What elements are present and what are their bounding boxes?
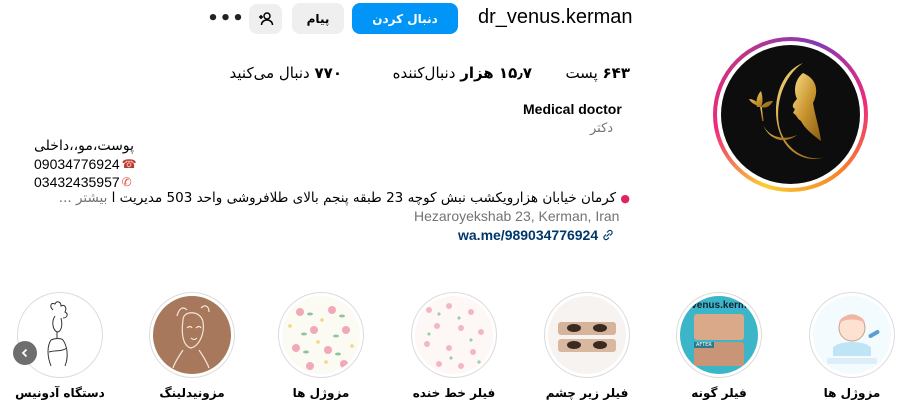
face-care-illustration-icon [813,296,891,374]
bio-phone-mobile: 09034776924 ☎ [34,156,137,172]
telephone-icon: ☎ [121,157,137,171]
posts-count: ۶۴۳ پست [565,64,630,82]
highlight-mesogel-1[interactable]: مزوژل ها [807,292,897,400]
highlight-mesoneedling[interactable]: مزونیدلینگ [147,292,237,400]
message-button[interactable]: پیام [292,3,344,34]
highlights-prev-button[interactable] [13,341,37,365]
highlight-cheek-filler[interactable]: venus.kerm AFTER فیلر گونه [674,292,764,400]
follow-button[interactable]: دنبال کردن [352,3,458,34]
suggest-accounts-button[interactable] [249,4,282,34]
map-location-link[interactable]: Hezaroyekshab 23, Kerman, Iran [414,208,619,224]
bio-phone-landline: 03432435957 ✆ [34,174,132,190]
profile-category: دکتر [590,121,614,136]
woman-sketch-icon [21,296,99,374]
floral-pattern-2-icon [282,296,360,374]
highlight-smile-line-filler[interactable]: فیلر خط خنده [409,292,499,400]
before-after-cheek-icon: venus.kerm AFTER [680,296,758,374]
add-user-icon [258,12,273,26]
profile-bio: پوست،مو،،داخلی 09034776924 ☎ 03432435957 ✆ [34,137,137,191]
location-pin-icon: ● [620,192,630,205]
profile-external-link[interactable]: wa.me/989034776924 [458,227,614,243]
bio-specialties: پوست،مو،،داخلی [34,138,134,154]
bio-more-link[interactable]: بیشتر ... [59,190,108,206]
phone-receiver-icon: ✆ [121,175,132,189]
profile-stats: ۶۴۳ پست ۱۵٫۷ هزار دنبال‌کننده ۷۷۰ دنبال … [218,64,630,86]
profile-avatar[interactable] [713,37,868,192]
more-options-button[interactable]: ••• [207,6,244,30]
avatar-logo-image [721,45,860,184]
eyes-photo-icon [548,296,626,374]
link-icon [603,229,613,241]
chevron-left-icon [21,348,28,358]
profile-full-name: Medical doctor [523,101,622,117]
followers-count[interactable]: ۱۵٫۷ هزار دنبال‌کننده [393,64,532,82]
bio-address: ● کرمان خیابان هزارویکشب نبش کوچه 23 طبق… [58,190,630,206]
floral-pattern-icon [415,296,493,374]
highlight-under-eye-filler[interactable]: فیلر زیر چشم [542,292,632,400]
following-count[interactable]: ۷۷۰ دنبال می‌کنید [230,64,342,82]
face-line-art-icon [153,296,231,374]
highlight-mesogel-2[interactable]: مزوژل ها [276,292,366,400]
profile-username: dr_venus.kerman [478,6,633,28]
